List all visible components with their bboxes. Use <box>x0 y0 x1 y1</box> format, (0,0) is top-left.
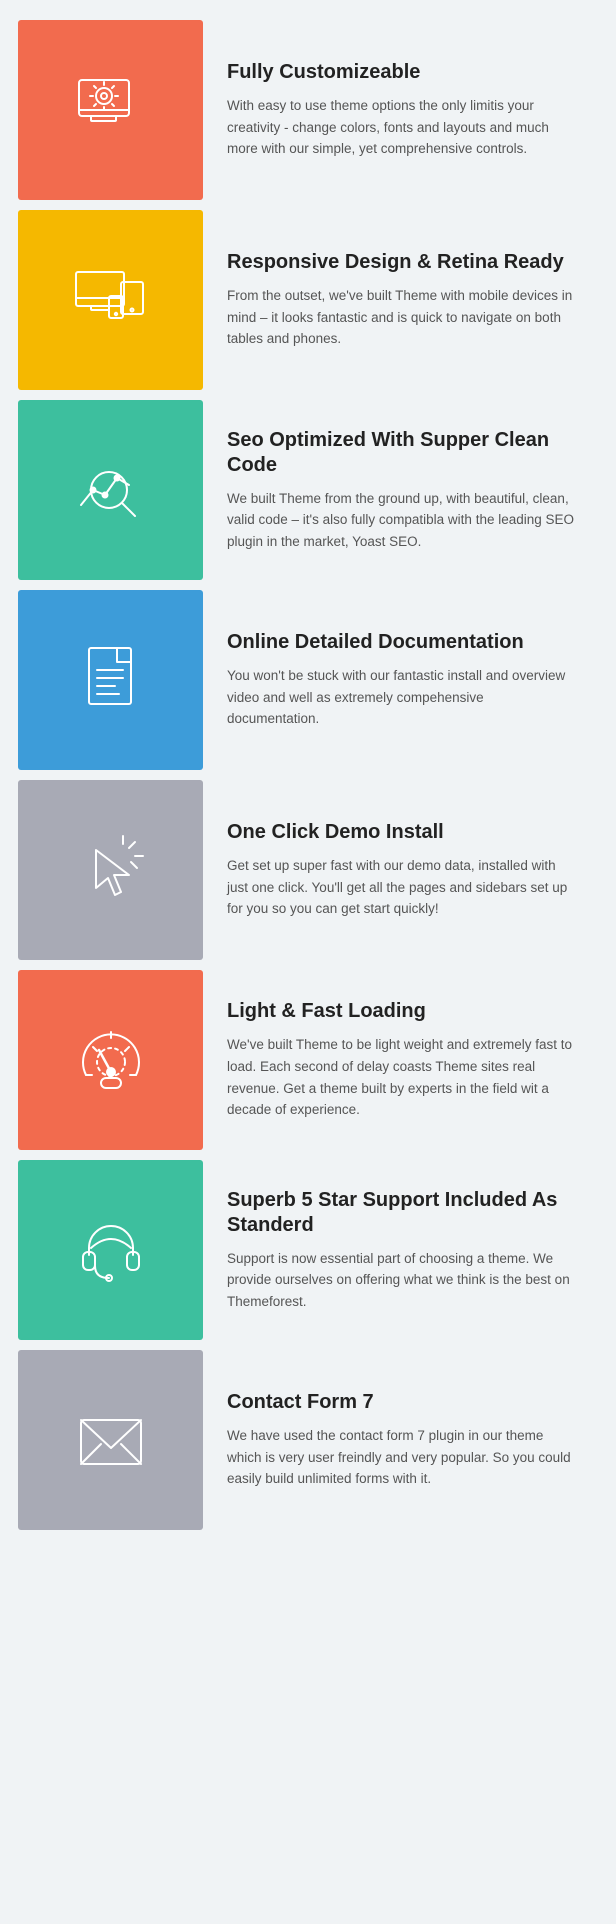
feature-item-demo: One Click Demo Install Get set up super … <box>18 780 598 960</box>
feature-content-contact: Contact Form 7 We have used the contact … <box>203 1350 598 1530</box>
feature-content-demo: One Click Demo Install Get set up super … <box>203 780 598 960</box>
icon-box-support <box>18 1160 203 1340</box>
docs-icon <box>71 640 151 720</box>
feature-item-responsive: Responsive Design & Retina Ready From th… <box>18 210 598 390</box>
icon-box-speed <box>18 970 203 1150</box>
responsive-icon <box>71 260 151 340</box>
feature-desc-seo: We built Theme from the ground up, with … <box>227 488 578 553</box>
demo-icon <box>71 830 151 910</box>
feature-content-seo: Seo Optimized With Supper Clean Code We … <box>203 400 598 580</box>
feature-title-responsive: Responsive Design & Retina Ready <box>227 250 578 275</box>
feature-item-fully-customizeable: Fully Customizeable With easy to use the… <box>18 20 598 200</box>
feature-desc-contact: We have used the contact form 7 plugin i… <box>227 1425 578 1490</box>
feature-desc-speed: We've built Theme to be light weight and… <box>227 1034 578 1120</box>
feature-title-seo: Seo Optimized With Supper Clean Code <box>227 428 578 478</box>
feature-desc-demo: Get set up super fast with our demo data… <box>227 855 578 920</box>
feature-item-docs: Online Detailed Documentation You won't … <box>18 590 598 770</box>
feature-desc-responsive: From the outset, we've built Theme with … <box>227 285 578 350</box>
feature-list: Fully Customizeable With easy to use the… <box>0 0 616 1550</box>
feature-desc-support: Support is now essential part of choosin… <box>227 1248 578 1313</box>
support-icon <box>71 1210 151 1290</box>
icon-box-contact <box>18 1350 203 1530</box>
feature-content-docs: Online Detailed Documentation You won't … <box>203 590 598 770</box>
seo-icon <box>71 450 151 530</box>
feature-item-seo: Seo Optimized With Supper Clean Code We … <box>18 400 598 580</box>
feature-content-responsive: Responsive Design & Retina Ready From th… <box>203 210 598 390</box>
icon-box-seo <box>18 400 203 580</box>
feature-content-support: Superb 5 Star Support Included As Stande… <box>203 1160 598 1340</box>
feature-title-speed: Light & Fast Loading <box>227 999 578 1024</box>
feature-title-docs: Online Detailed Documentation <box>227 630 578 655</box>
feature-title-demo: One Click Demo Install <box>227 820 578 845</box>
feature-desc-docs: You won't be stuck with our fantastic in… <box>227 665 578 730</box>
feature-title-contact: Contact Form 7 <box>227 1390 578 1415</box>
feature-content-speed: Light & Fast Loading We've built Theme t… <box>203 970 598 1150</box>
feature-title-customizeable: Fully Customizeable <box>227 60 578 85</box>
feature-desc-customizeable: With easy to use theme options the only … <box>227 95 578 160</box>
icon-box-customizeable <box>18 20 203 200</box>
icon-box-responsive <box>18 210 203 390</box>
icon-box-docs <box>18 590 203 770</box>
feature-item-support: Superb 5 Star Support Included As Stande… <box>18 1160 598 1340</box>
feature-content-customizeable: Fully Customizeable With easy to use the… <box>203 20 598 200</box>
feature-item-speed: Light & Fast Loading We've built Theme t… <box>18 970 598 1150</box>
feature-item-contact: Contact Form 7 We have used the contact … <box>18 1350 598 1530</box>
customizeable-icon <box>71 70 151 150</box>
icon-box-demo <box>18 780 203 960</box>
feature-title-support: Superb 5 Star Support Included As Stande… <box>227 1188 578 1238</box>
speed-icon <box>71 1020 151 1100</box>
mail-icon <box>71 1400 151 1480</box>
